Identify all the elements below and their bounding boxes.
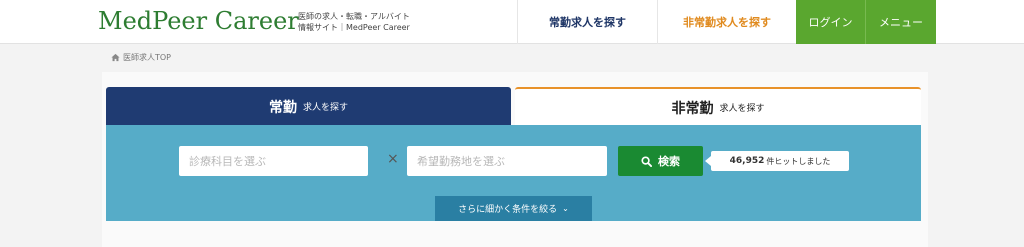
- nav-fulltime-jobs[interactable]: 常勤求人を探す: [517, 0, 657, 44]
- tab-fulltime-title: 常勤: [268, 99, 297, 116]
- tab-fulltime-subtitle: 求人を探す: [302, 103, 348, 113]
- search-button[interactable]: 検索: [618, 146, 703, 176]
- search-button-label: 検索: [658, 155, 680, 168]
- site-logo[interactable]: MedPeer Career: [98, 7, 299, 35]
- result-count-number: 46,952: [729, 156, 765, 166]
- more-conditions-button[interactable]: さらに細かく条件を絞る ⌄: [435, 196, 592, 221]
- tab-parttime[interactable]: 非常勤 求人を探す: [515, 87, 921, 126]
- home-icon: [111, 53, 120, 62]
- separator-times: ×: [387, 151, 399, 167]
- tab-parttime-title: 非常勤: [671, 100, 714, 117]
- chevron-down-icon: ⌄: [562, 204, 569, 213]
- result-count-suffix: 件ヒットしました: [766, 156, 831, 166]
- breadcrumb: 医師求人TOP: [111, 52, 171, 63]
- search-icon: [641, 155, 652, 167]
- more-conditions-label: さらに細かく条件を絞る: [458, 205, 558, 215]
- menu-button[interactable]: メニュー: [865, 0, 936, 44]
- area-select[interactable]: 希望勤務地を選ぶ: [407, 146, 607, 176]
- tagline-line-2: 情報サイト｜MedPeer Career: [298, 23, 410, 32]
- tab-parttime-subtitle: 求人を探す: [719, 104, 765, 114]
- tab-fulltime[interactable]: 常勤 求人を探す: [106, 87, 511, 126]
- tagline-line-1: 医師の求人・転職・アルバイト: [298, 12, 410, 21]
- nav-parttime-jobs[interactable]: 非常勤求人を探す: [657, 0, 796, 44]
- department-select[interactable]: 診療科目を選ぶ: [179, 146, 368, 176]
- login-button[interactable]: ログイン: [796, 0, 865, 44]
- result-count-badge: 46,952 件ヒットしました: [705, 151, 849, 171]
- site-header: MedPeer Career 医師の求人・転職・アルバイト 情報サイト｜MedP…: [0, 0, 1024, 44]
- site-tagline: 医師の求人・転職・アルバイト 情報サイト｜MedPeer Career: [298, 11, 410, 33]
- breadcrumb-home-link[interactable]: 医師求人TOP: [123, 52, 171, 63]
